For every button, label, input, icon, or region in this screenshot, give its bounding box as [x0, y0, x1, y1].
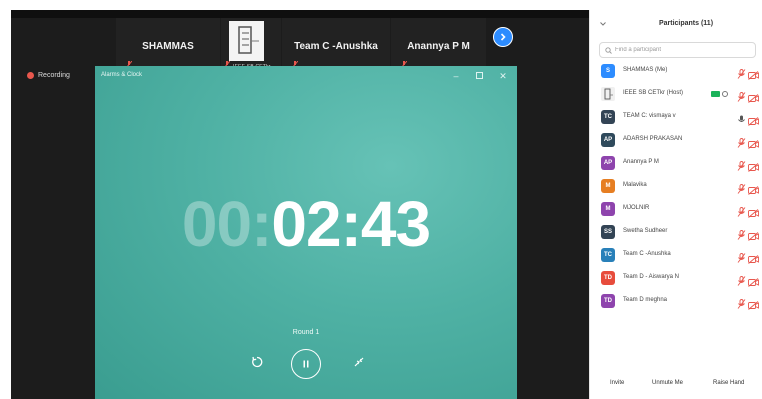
video-off-icon[interactable]	[748, 251, 759, 264]
participants-title: Participants (11)	[658, 20, 714, 27]
participant-row[interactable]: TD Team D - Aiswarya N	[590, 270, 762, 288]
participant-row[interactable]: IEEE SB CETkr (Host)	[590, 86, 762, 104]
muted-mic-icon[interactable]	[737, 181, 746, 194]
ieee-logo-image	[229, 21, 264, 61]
status-circle-icon	[722, 91, 728, 97]
pause-icon	[303, 360, 309, 368]
unmute-me-button[interactable]: Unmute Me	[652, 376, 683, 390]
participant-name: Malavika	[623, 182, 647, 188]
reset-icon[interactable]	[250, 355, 264, 369]
video-tile-ieee[interactable]: IEEE SB CETkr	[221, 18, 281, 70]
avatar: TD	[601, 294, 615, 308]
screen: SHAMMAS IEEE SB CETkr Team C -Anu	[0, 0, 762, 399]
participant-name: Swetha Sudheer	[623, 228, 668, 234]
raise-hand-button[interactable]: Raise Hand	[713, 376, 744, 390]
participant-name: MJOLNIR	[623, 205, 650, 211]
muted-mic-icon[interactable]	[737, 227, 746, 240]
timer-hours: 00:	[181, 188, 272, 260]
video-off-icon[interactable]	[748, 297, 759, 310]
participant-row[interactable]: AP ADARSH PRAKASAN	[590, 132, 762, 150]
maximize-icon[interactable]	[472, 69, 486, 83]
avatar: AP	[601, 156, 615, 170]
video-tile-anushka[interactable]: Team C -Anushka	[282, 18, 390, 70]
muted-mic-icon[interactable]	[737, 250, 746, 263]
chevron-right-icon	[500, 33, 506, 41]
minimize-icon[interactable]: –	[449, 69, 463, 83]
recording-label: Recording	[38, 72, 70, 79]
participant-row[interactable]: M Malavika	[590, 178, 762, 196]
video-off-icon[interactable]	[748, 159, 759, 172]
host-avatar-image	[601, 87, 615, 101]
round-label: Round 1	[292, 329, 320, 336]
next-page-button[interactable]	[493, 27, 513, 47]
top-strip	[11, 10, 589, 18]
participant-row[interactable]: TC Team C -Anushka	[590, 247, 762, 265]
participant-name: Team D - Aiswarya N	[623, 274, 680, 280]
participant-name: ADARSH PRAKASAN	[623, 136, 683, 142]
muted-mic-icon[interactable]	[737, 204, 746, 217]
video-tile-anannya[interactable]: Anannya P M	[391, 18, 486, 70]
muted-mic-icon[interactable]	[737, 66, 746, 79]
muted-mic-icon[interactable]	[737, 89, 746, 102]
window-titlebar[interactable]: Alarms & Clock – ✕	[95, 66, 517, 86]
avatar: TD	[601, 271, 615, 285]
participant-name: TEAM C: vismaya v	[623, 113, 676, 119]
participant-name: Team D meghna	[623, 297, 668, 303]
video-tile-shammas[interactable]: SHAMMAS	[116, 18, 220, 70]
participant-row[interactable]: SS Swetha Sudheer	[590, 224, 762, 242]
alarms-clock-window[interactable]: Alarms & Clock – ✕ 00:02:43 Round 1	[95, 66, 517, 399]
video-off-icon[interactable]	[748, 274, 759, 287]
video-off-icon[interactable]	[748, 113, 759, 126]
tile-name: Anannya P M	[407, 41, 470, 52]
video-off-icon[interactable]	[748, 205, 759, 218]
panel-header: Participants (11)	[590, 10, 762, 38]
invite-button[interactable]: Invite	[610, 376, 624, 390]
avatar: SS	[601, 225, 615, 239]
participant-search[interactable]	[599, 42, 756, 58]
participant-name: SHAMMAS (Me)	[623, 67, 668, 73]
muted-mic-icon[interactable]	[737, 135, 746, 148]
participant-row[interactable]: M MJOLNIR	[590, 201, 762, 219]
video-off-icon[interactable]	[748, 90, 759, 103]
recording-indicator: Recording	[27, 72, 70, 79]
avatar: S	[601, 64, 615, 78]
search-icon	[605, 46, 612, 54]
compact-overlay-icon[interactable]	[352, 355, 366, 369]
participant-row[interactable]: AP Anannya P M	[590, 155, 762, 173]
participants-panel: Participants (11) S SHAMMAS (Me) IEEE SB C…	[589, 10, 762, 399]
participant-row[interactable]: TD Team D meghna	[590, 293, 762, 311]
mic-icon[interactable]	[737, 112, 746, 122]
muted-mic-icon[interactable]	[737, 296, 746, 309]
video-off-icon[interactable]	[748, 228, 759, 241]
video-off-icon[interactable]	[748, 67, 759, 80]
participant-name: IEEE SB CETkr (Host)	[623, 90, 684, 96]
window-title: Alarms & Clock	[101, 72, 143, 78]
muted-mic-icon[interactable]	[737, 273, 746, 286]
avatar: M	[601, 202, 615, 216]
tile-name: Team C -Anushka	[294, 41, 378, 52]
recording-dot-icon	[27, 72, 34, 79]
participant-name: Team C -Anushka	[623, 251, 671, 257]
muted-mic-icon[interactable]	[737, 158, 746, 171]
panel-footer: Invite Unmute Me Raise Hand	[590, 376, 762, 392]
timer-minutes-seconds: 02:43	[271, 188, 431, 260]
avatar: M	[601, 179, 615, 193]
meeting-area: SHAMMAS IEEE SB CETkr Team C -Anu	[11, 10, 589, 399]
close-icon[interactable]: ✕	[496, 69, 510, 83]
video-off-icon[interactable]	[748, 136, 759, 149]
avatar: TC	[601, 110, 615, 124]
participant-row[interactable]: S SHAMMAS (Me)	[590, 63, 762, 81]
host-badges	[711, 91, 728, 97]
timer-display: 00:02:43	[95, 192, 517, 256]
pause-button[interactable]	[291, 349, 321, 379]
participant-name: Anannya P M	[623, 159, 659, 165]
video-off-icon[interactable]	[748, 182, 759, 195]
avatar: TC	[601, 248, 615, 262]
search-input[interactable]	[615, 47, 745, 53]
participant-row[interactable]: TC TEAM C: vismaya v	[590, 109, 762, 127]
share-screen-icon	[711, 91, 720, 97]
tile-name: SHAMMAS	[142, 41, 194, 52]
avatar: AP	[601, 133, 615, 147]
